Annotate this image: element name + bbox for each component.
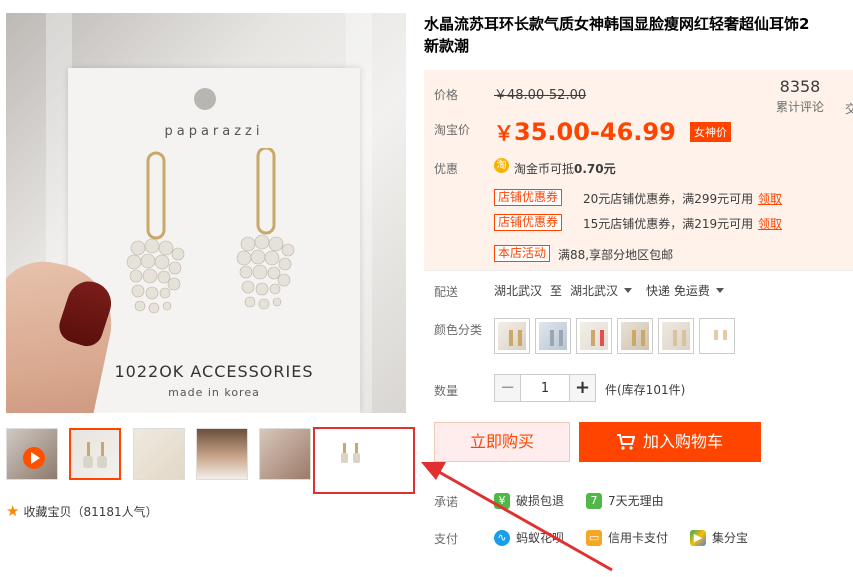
huabei-icon: ∿ (494, 529, 510, 546)
payment-row: ∿ 蚂蚁花呗 ▭ 信用卡支付 ▶ 集分宝 (494, 529, 748, 546)
add-to-cart-label: 加入购物车 (642, 432, 723, 451)
highlight-box (313, 427, 415, 494)
payment-item-3[interactable]: 集分宝 (712, 529, 748, 546)
destination-dropdown[interactable]: 湖北武汉 (570, 282, 633, 299)
review-count-number: 8358 (779, 77, 821, 96)
shipping-method-dropdown[interactable]: 快递 免运费 (646, 282, 724, 299)
coupon-tag-1: 店铺优惠券 (494, 189, 563, 206)
coin-offer: 淘金币可抵0.70元 (514, 160, 616, 177)
original-price: ￥48.00-52.00 (494, 88, 587, 103)
thumb-4[interactable] (259, 428, 311, 480)
payment-item-2[interactable]: 信用卡支付 (608, 529, 668, 546)
card-title: 1022OK ACCESSORIES (114, 362, 314, 381)
thumb-2[interactable] (133, 428, 185, 480)
taobao-price-label: 淘宝价 (434, 123, 471, 137)
current-price: ￥35.00-46.99 (494, 117, 676, 146)
product-title: 水晶流苏耳环长款气质女神韩国显脸瘦网红轻奢超仙耳饰2 新款潮 (424, 13, 853, 57)
color-option-3[interactable] (576, 318, 612, 354)
promise-item-1[interactable]: 破损包退 (516, 492, 564, 509)
payment-item-1[interactable]: 蚂蚁花呗 (516, 529, 564, 546)
chevron-down-icon (715, 288, 724, 293)
ship-from: 湖北武汉 (494, 284, 543, 298)
activity-tag: 本店活动 (494, 245, 551, 262)
promise-row: ¥ 破损包退 7 7天无理由 (494, 492, 664, 509)
price-label: 价格 (434, 88, 459, 102)
currency-symbol: ￥ (494, 121, 514, 145)
favorite-label: 收藏宝贝（81181人气） (23, 505, 158, 519)
stock-text: 件(库存101件) (605, 383, 686, 397)
shipping-row: 湖北武汉 至 湖北武汉 快递 免运费 (494, 282, 724, 299)
seven-day-return-icon: 7 (586, 492, 603, 509)
truncated-label: 交 (845, 102, 853, 116)
coin-offer-amount: 0.70元 (574, 162, 616, 176)
taobao-coin-icon: 淘 (494, 158, 509, 173)
color-option-6[interactable] (699, 318, 735, 354)
card-brand: paparazzi (164, 124, 264, 139)
color-option-2[interactable] (535, 318, 571, 354)
star-icon: ★ (6, 502, 20, 520)
increase-button[interactable]: + (569, 374, 596, 402)
chevron-down-icon (624, 288, 633, 293)
review-count-label: 累计评论 (776, 100, 825, 114)
thumb-3[interactable] (196, 428, 248, 480)
quantity-label: 数量 (434, 384, 459, 398)
color-option-5[interactable] (658, 318, 694, 354)
add-to-cart-button[interactable]: 加入购物车 (579, 422, 761, 462)
quantity-input[interactable] (521, 374, 569, 402)
color-label: 颜色分类 (434, 323, 483, 337)
thumb-1[interactable] (69, 428, 121, 480)
ship-to: 湖北武汉 (570, 284, 619, 298)
review-count[interactable]: 8358 累计评论 (776, 77, 824, 115)
price-badge: 女神价 (690, 122, 731, 142)
activity-text: 满88,享部分地区包邮 (558, 248, 674, 262)
earrings-illustration (126, 148, 295, 314)
main-product-image[interactable]: paparazzi 1022OK ACCESSORIES made in kor… (6, 13, 406, 413)
damage-return-icon: ¥ (494, 492, 510, 509)
card-subtitle: made in korea (168, 386, 260, 399)
coupon-text-2: 15元店铺优惠券，满219元可用 (583, 217, 754, 231)
coupon-text-1: 20元店铺优惠券，满299元可用 (583, 192, 754, 206)
favorite-button[interactable]: ★ 收藏宝贝（81181人气） (6, 503, 158, 520)
color-swatches (494, 318, 735, 354)
quantity-stepper: − + (494, 374, 596, 402)
divider (424, 270, 853, 271)
coupon-tag-2: 店铺优惠券 (494, 214, 563, 231)
promise-item-2[interactable]: 7天无理由 (608, 492, 664, 509)
color-option-4[interactable] (617, 318, 653, 354)
product-title-line2: 新款潮 (424, 37, 470, 55)
claim-coupon-2[interactable]: 领取 (758, 215, 782, 232)
color-option-1[interactable] (494, 318, 530, 354)
ship-method: 快递 免运费 (646, 284, 710, 298)
play-icon[interactable] (23, 447, 45, 469)
ship-to-word: 至 (550, 284, 563, 298)
buy-now-button[interactable]: 立即购买 (434, 422, 570, 462)
shipping-label: 配送 (434, 285, 459, 299)
coin-offer-text: 淘金币可抵 (514, 162, 575, 176)
cart-icon (616, 434, 635, 450)
jifenbao-icon: ▶ (690, 529, 707, 546)
payment-label: 支付 (434, 532, 459, 546)
decrease-button[interactable]: − (494, 374, 521, 402)
credit-card-icon: ▭ (586, 529, 603, 546)
claim-coupon-1[interactable]: 领取 (758, 190, 782, 207)
product-title-line1: 水晶流苏耳环长款气质女神韩国显脸瘦网红轻奢超仙耳饰2 (424, 15, 810, 33)
promo-label: 优惠 (434, 162, 459, 176)
thumb-video[interactable] (6, 428, 58, 480)
current-price-value: 35.00-46.99 (514, 118, 676, 146)
promise-label: 承诺 (434, 495, 459, 509)
earring-card: paparazzi 1022OK ACCESSORIES made in kor… (68, 68, 360, 413)
